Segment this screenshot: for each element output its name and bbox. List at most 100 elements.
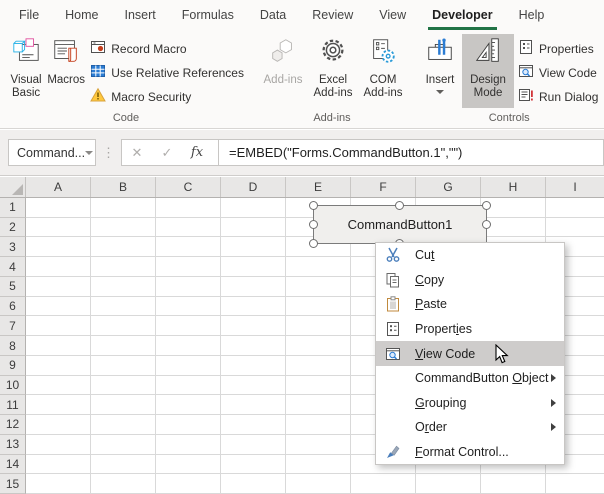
menu-item-copy[interactable]: Copy [376,268,564,293]
cell-B15[interactable] [91,474,156,494]
row-header-9[interactable]: 9 [0,356,26,376]
cell-E7[interactable] [286,316,351,336]
menu-item-order[interactable]: Order [376,415,564,440]
cell-A6[interactable] [26,297,91,317]
excel-addins-button[interactable]: Excel Add-ins [308,34,358,100]
cell-C15[interactable] [156,474,221,494]
cell-C14[interactable] [156,455,221,475]
cell-E9[interactable] [286,356,351,376]
view-code-button[interactable]: View Code [514,61,602,85]
cell-E8[interactable] [286,336,351,356]
enter-check-icon[interactable]: ✓ [152,145,182,161]
cell-C7[interactable] [156,316,221,336]
row-header-11[interactable]: 11 [0,395,26,415]
cell-B4[interactable] [91,257,156,277]
column-header-H[interactable]: H [481,177,546,197]
cell-E15[interactable] [286,474,351,494]
cell-C8[interactable] [156,336,221,356]
menu-item-paste[interactable]: Paste [376,292,564,317]
row-header-3[interactable]: 3 [0,237,26,257]
select-all-corner[interactable] [0,177,26,197]
tab-insert[interactable]: Insert [112,0,169,30]
cell-B7[interactable] [91,316,156,336]
cell-E14[interactable] [286,455,351,475]
cell-H1[interactable] [481,198,546,218]
cell-F15[interactable] [351,474,416,494]
cell-A14[interactable] [26,455,91,475]
formula-input[interactable]: =EMBED("Forms.CommandButton.1","") [221,145,462,160]
selection-handle-top-left[interactable] [309,201,318,210]
macros-button[interactable]: Macros [46,34,86,87]
cell-A13[interactable] [26,435,91,455]
tab-developer[interactable]: Developer [419,0,505,30]
cell-D2[interactable] [221,218,286,238]
cell-B2[interactable] [91,218,156,238]
insert-control-button[interactable]: Insert [418,34,462,94]
cell-D6[interactable] [221,297,286,317]
cell-D3[interactable] [221,237,286,257]
menu-item-view-code[interactable]: View Code [376,341,564,366]
cell-B13[interactable] [91,435,156,455]
cell-E6[interactable] [286,297,351,317]
cell-C10[interactable] [156,376,221,396]
tab-formulas[interactable]: Formulas [169,0,247,30]
cell-E12[interactable] [286,415,351,435]
selection-handle-mid-left[interactable] [309,220,318,229]
cell-D1[interactable] [221,198,286,218]
cell-B14[interactable] [91,455,156,475]
cell-D9[interactable] [221,356,286,376]
insert-function-icon[interactable]: fx [182,145,212,160]
menu-item-cut[interactable]: Cut [376,243,564,268]
cell-I2[interactable] [546,218,604,238]
row-header-4[interactable]: 4 [0,257,26,277]
cell-A8[interactable] [26,336,91,356]
cell-C13[interactable] [156,435,221,455]
row-header-14[interactable]: 14 [0,455,26,475]
cell-D14[interactable] [221,455,286,475]
column-header-C[interactable]: C [156,177,221,197]
cell-D15[interactable] [221,474,286,494]
use-relative-references-button[interactable]: Use Relative References [86,61,248,85]
cell-I15[interactable] [546,474,604,494]
tab-data[interactable]: Data [247,0,299,30]
selection-handle-top-mid[interactable] [395,201,404,210]
properties-button[interactable]: Properties [514,37,602,61]
cell-C6[interactable] [156,297,221,317]
macro-security-button[interactable]: Macro Security [86,85,248,109]
cell-E10[interactable] [286,376,351,396]
menu-item-properties[interactable]: Properties [376,317,564,342]
cell-C9[interactable] [156,356,221,376]
cell-B9[interactable] [91,356,156,376]
cell-H2[interactable] [481,218,546,238]
cell-A4[interactable] [26,257,91,277]
row-header-7[interactable]: 7 [0,316,26,336]
cell-B3[interactable] [91,237,156,257]
selection-handle-mid-right[interactable] [482,220,491,229]
cell-B11[interactable] [91,395,156,415]
tab-view[interactable]: View [366,0,419,30]
cell-D10[interactable] [221,376,286,396]
row-header-13[interactable]: 13 [0,435,26,455]
tab-review[interactable]: Review [299,0,366,30]
cell-D8[interactable] [221,336,286,356]
cell-D12[interactable] [221,415,286,435]
selection-handle-top-right[interactable] [482,201,491,210]
cell-A11[interactable] [26,395,91,415]
cell-C2[interactable] [156,218,221,238]
cell-E5[interactable] [286,277,351,297]
column-header-G[interactable]: G [416,177,481,197]
row-header-8[interactable]: 8 [0,336,26,356]
tab-file[interactable]: File [6,0,52,30]
column-header-E[interactable]: E [286,177,351,197]
cell-B5[interactable] [91,277,156,297]
cell-C3[interactable] [156,237,221,257]
row-header-6[interactable]: 6 [0,297,26,317]
cell-A2[interactable] [26,218,91,238]
cell-A10[interactable] [26,376,91,396]
cell-B1[interactable] [91,198,156,218]
cell-C12[interactable] [156,415,221,435]
cell-B10[interactable] [91,376,156,396]
column-header-F[interactable]: F [351,177,416,197]
record-macro-button[interactable]: Record Macro [86,37,248,61]
design-mode-button[interactable]: Design Mode [462,34,514,108]
